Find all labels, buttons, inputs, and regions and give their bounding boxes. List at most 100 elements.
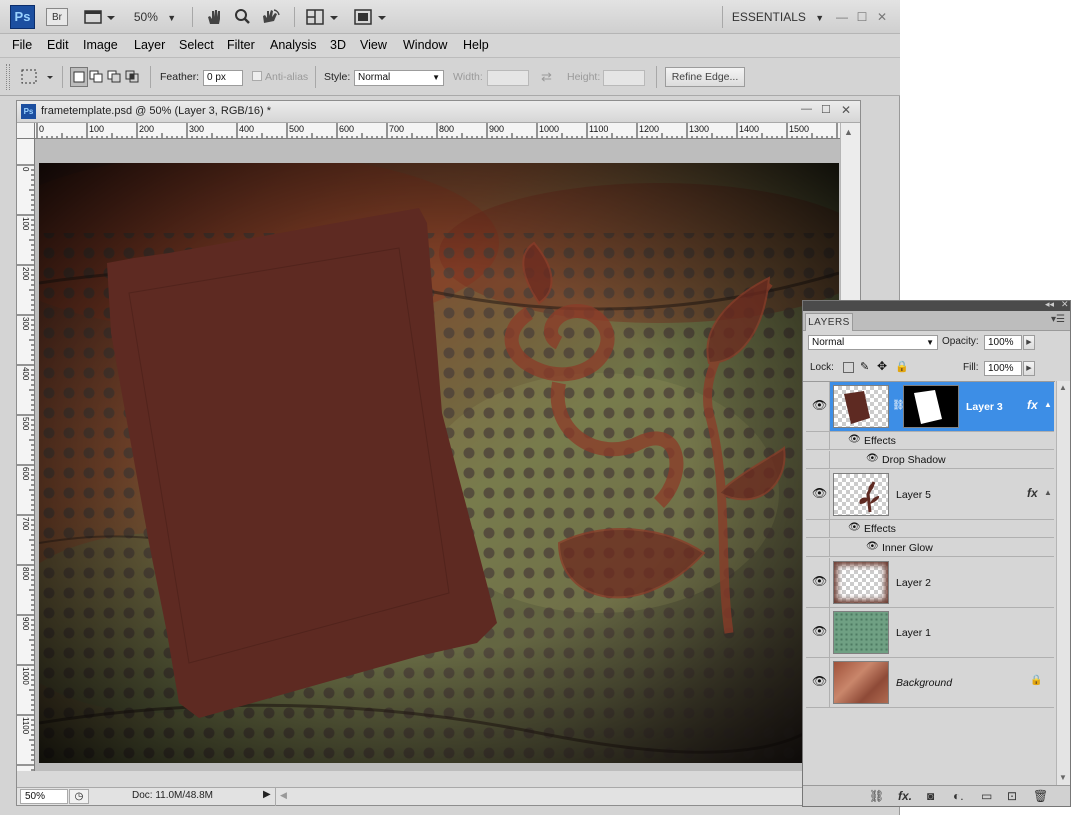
adjustment-layer-icon[interactable]: ◐. (953, 789, 964, 803)
hand-tool-button[interactable] (202, 6, 226, 28)
status-menu-arrow-icon[interactable]: ▶ (263, 789, 271, 800)
menu-3d[interactable]: 3D (330, 38, 346, 52)
bridge-button[interactable]: Br (46, 8, 68, 26)
subtract-selection-button[interactable] (106, 67, 124, 87)
visibility-toggle[interactable]: 👁 (806, 608, 830, 657)
eye-icon[interactable]: 👁 (848, 522, 861, 533)
visibility-toggle[interactable] (806, 520, 830, 537)
effects-row[interactable]: 👁 Effects (806, 432, 1054, 450)
layer-thumbnail[interactable] (833, 561, 889, 604)
refine-edge-button[interactable]: Refine Edge... (665, 67, 745, 87)
layer-row-layer-1[interactable]: 👁 Layer 1 (806, 608, 1054, 658)
trash-icon[interactable]: 🗑 (1033, 789, 1048, 803)
visibility-toggle[interactable]: 👁 (806, 470, 830, 519)
workspace-switcher[interactable]: ESSENTIALS ▼ (730, 6, 826, 28)
style-select[interactable]: Normal ▼ (354, 70, 444, 86)
rotate-view-button[interactable] (258, 6, 284, 28)
scroll-up-icon[interactable]: ▲ (844, 127, 853, 137)
menu-file[interactable]: File (12, 38, 32, 52)
scroll-left-icon[interactable]: ◀ (280, 790, 287, 801)
width-input[interactable] (487, 70, 529, 86)
doc-close-button[interactable]: ✕ (841, 103, 851, 117)
antialias-checkbox[interactable] (252, 71, 262, 81)
status-menu-button[interactable]: ◷ (69, 789, 89, 804)
menu-help[interactable]: Help (463, 38, 489, 52)
zoom-level-dropdown[interactable]: 50% ▼ (130, 6, 180, 28)
collapse-effects-icon[interactable]: ▲ (1044, 400, 1052, 409)
document-title-bar[interactable]: Ps frametemplate.psd @ 50% (Layer 3, RGB… (17, 101, 860, 123)
visibility-toggle[interactable] (806, 451, 830, 468)
close-button[interactable]: ✕ (874, 6, 890, 28)
swap-dimensions-icon[interactable]: ⇄ (541, 69, 552, 85)
scroll-down-icon[interactable]: ▼ (1059, 773, 1067, 782)
layer-thumbnail[interactable] (833, 611, 889, 654)
effect-row-drop-shadow[interactable]: 👁 Drop Shadow (806, 451, 1054, 469)
fill-slider-button[interactable]: ▶ (1023, 361, 1035, 376)
horizontal-ruler[interactable]: 0 100 200 300 400 500 600 700 800 900 10… (35, 123, 840, 139)
eye-icon[interactable]: 👁 (866, 541, 879, 552)
zoom-field[interactable]: 50% (20, 789, 68, 804)
visibility-toggle[interactable] (806, 432, 830, 449)
eye-icon[interactable]: 👁 (866, 453, 879, 464)
lock-image-button[interactable]: ✎ (860, 360, 869, 373)
fx-icon[interactable]: fx (1027, 398, 1038, 412)
visibility-toggle[interactable]: 👁 (806, 382, 830, 431)
ruler-origin[interactable] (17, 123, 35, 139)
lock-all-button[interactable]: 🔒 (895, 360, 909, 373)
new-group-icon[interactable]: ▭ (981, 789, 992, 803)
link-layers-icon[interactable]: ⛓ (869, 789, 884, 803)
scroll-up-icon[interactable]: ▲ (1059, 383, 1067, 392)
visibility-toggle[interactable]: 👁 (806, 658, 830, 707)
collapse-effects-icon[interactable]: ▲ (1044, 488, 1052, 497)
layer-row-layer-3[interactable]: 👁 ⛓ Layer 3 fx ▲ (806, 382, 1054, 432)
screen-mode-button[interactable] (352, 6, 390, 28)
eye-icon[interactable]: 👁 (848, 434, 861, 445)
height-input[interactable] (603, 70, 645, 86)
opacity-input[interactable]: 100% (984, 335, 1022, 350)
layer-thumbnail[interactable] (833, 385, 889, 428)
layer-row-layer-2[interactable]: 👁 Layer 2 (806, 558, 1054, 608)
add-style-icon[interactable]: fx. (898, 789, 912, 803)
feather-input[interactable]: 0 px (203, 70, 243, 86)
panel-menu-icon[interactable]: ▾☰ (1051, 314, 1065, 325)
vertical-ruler[interactable]: 0 100 200 300 400 500 600 700 800 900 10… (17, 139, 35, 771)
visibility-toggle[interactable]: 👁 (806, 558, 830, 607)
fill-input[interactable]: 100% (984, 361, 1022, 376)
layer-row-background[interactable]: 👁 Background 🔒 (806, 658, 1054, 708)
blend-mode-select[interactable]: Normal ▼ (808, 335, 938, 350)
menu-view[interactable]: View (360, 38, 387, 52)
lock-transparent-button[interactable] (843, 362, 854, 373)
panel-header[interactable]: ◂◂ ✕ (803, 299, 1070, 311)
close-panel-icon[interactable]: ✕ (1061, 299, 1069, 310)
tool-preset-picker[interactable] (18, 66, 58, 88)
new-layer-icon[interactable]: ⊡ (1007, 789, 1017, 803)
layers-scrollbar[interactable]: ▲ ▼ (1056, 381, 1070, 785)
document-canvas[interactable] (39, 163, 839, 763)
effects-row[interactable]: 👁 Effects (806, 520, 1054, 538)
opacity-slider-button[interactable]: ▶ (1023, 335, 1035, 350)
menu-analysis[interactable]: Analysis (270, 38, 317, 52)
maximize-button[interactable]: ☐ (854, 6, 870, 28)
add-mask-icon[interactable]: ◙ (927, 789, 934, 803)
menu-select[interactable]: Select (179, 38, 214, 52)
canvas-area[interactable] (35, 139, 840, 771)
tab-layers[interactable]: LAYERS (805, 313, 853, 331)
effect-row-inner-glow[interactable]: 👁 Inner Glow (806, 539, 1054, 557)
menu-layer[interactable]: Layer (134, 38, 165, 52)
layer-thumbnail[interactable] (833, 473, 889, 516)
menu-window[interactable]: Window (403, 38, 447, 52)
layer-mask-thumbnail[interactable] (903, 385, 959, 428)
lock-position-button[interactable]: ✥ (877, 359, 887, 373)
arrange-documents-button[interactable] (304, 6, 342, 28)
visibility-toggle[interactable] (806, 539, 830, 556)
menu-image[interactable]: Image (83, 38, 118, 52)
view-extras-button[interactable] (82, 6, 118, 28)
fx-icon[interactable]: fx (1027, 486, 1038, 500)
zoom-tool-button[interactable] (230, 6, 254, 28)
menu-filter[interactable]: Filter (227, 38, 255, 52)
collapse-panel-icon[interactable]: ◂◂ (1045, 299, 1054, 310)
layer-row-layer-5[interactable]: 👁 Layer 5 fx ▲ (806, 470, 1054, 520)
layer-thumbnail[interactable] (833, 661, 889, 704)
menu-edit[interactable]: Edit (47, 38, 69, 52)
add-selection-button[interactable] (88, 67, 106, 87)
